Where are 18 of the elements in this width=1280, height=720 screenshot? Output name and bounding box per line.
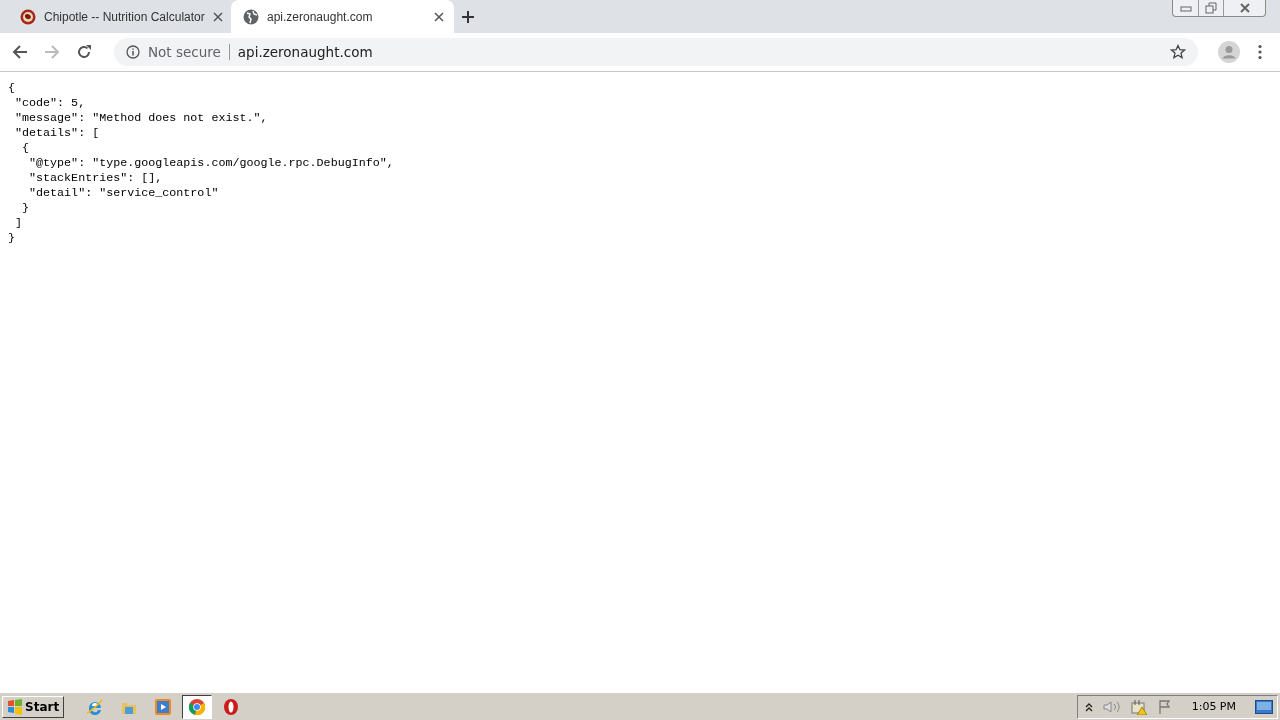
start-button[interactable]: Start <box>2 695 65 718</box>
security-label: Not secure <box>148 44 221 60</box>
json-line: "code": 5, <box>14 96 86 111</box>
json-line: ] <box>14 216 23 231</box>
json-line: "message": "Method does not exist.", <box>14 111 268 126</box>
json-line: { <box>21 141 30 156</box>
url-text: api.zeronaught.com <box>237 44 373 60</box>
json-line: "detail": "service_control" <box>28 186 219 201</box>
json-line: } <box>21 201 30 216</box>
json-line: } <box>8 231 15 246</box>
json-line: { <box>8 81 15 96</box>
browser-tab[interactable]: api.zeronaught.com <box>231 0 454 33</box>
json-line: "stackEntries": [], <box>28 171 163 186</box>
address-bar[interactable]: Not secure api.zeronaught.com <box>114 38 1198 66</box>
clock-text: 1:05 PM <box>1191 700 1236 713</box>
json-line: "details": [ <box>14 126 100 141</box>
json-line: "@type": "type.googleapis.com/google.rpc.DebugInfo", <box>28 156 394 171</box>
browser-tab[interactable]: Chipotle -- Nutrition Calculator <box>8 0 231 33</box>
